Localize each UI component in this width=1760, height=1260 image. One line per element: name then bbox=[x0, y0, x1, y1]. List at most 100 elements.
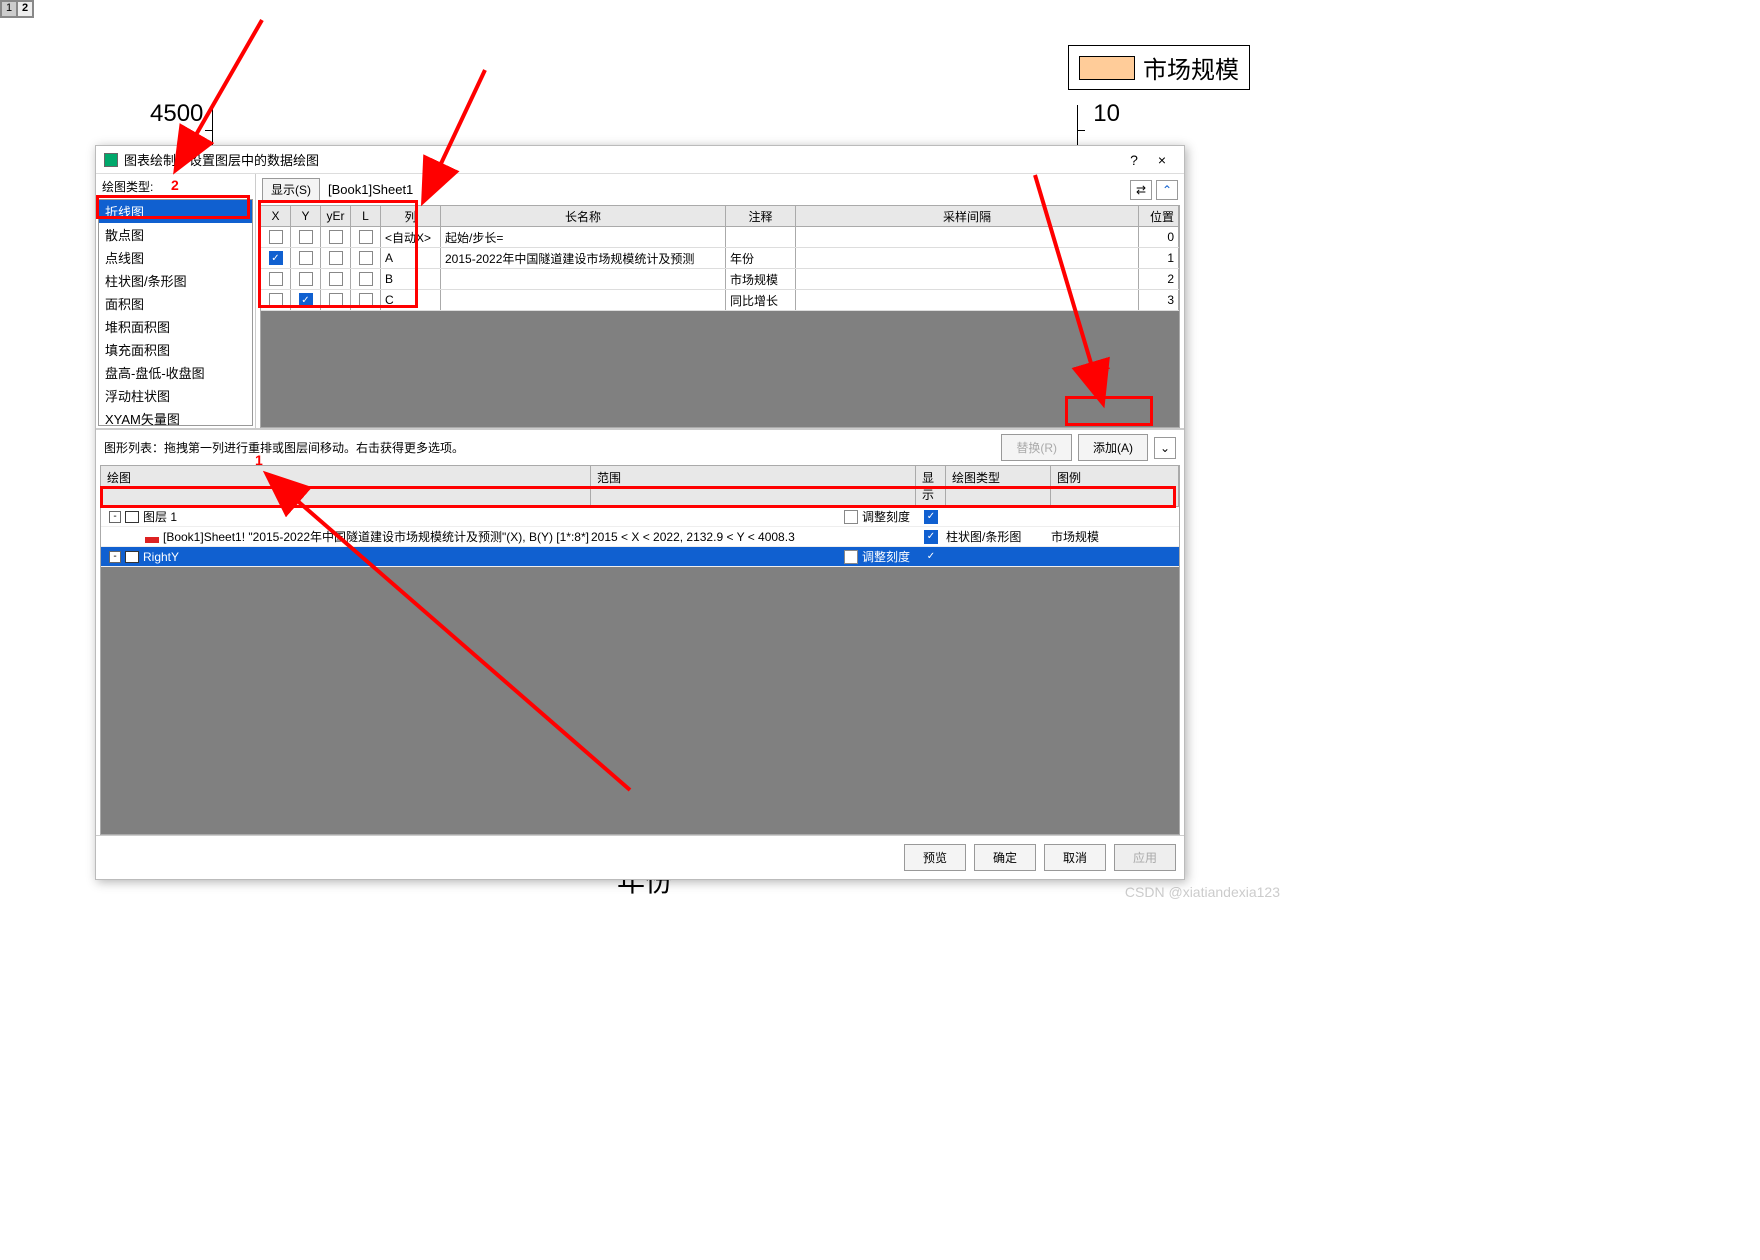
cell-col: B bbox=[381, 269, 441, 289]
checkbox-l[interactable] bbox=[351, 269, 381, 289]
tree-label: RightY bbox=[143, 550, 179, 564]
collapse-button[interactable]: ⌃ bbox=[1156, 180, 1178, 200]
checkbox-x[interactable] bbox=[261, 290, 291, 310]
close-button[interactable]: × bbox=[1148, 148, 1176, 172]
y-axis-right-tick: 10 bbox=[1093, 100, 1120, 128]
swap-button[interactable]: ⇄ bbox=[1130, 180, 1152, 200]
cell-lname bbox=[441, 269, 726, 289]
axis-line-left bbox=[212, 105, 213, 145]
tree-row[interactable]: - 图层 1 调整刻度 ✓ bbox=[101, 507, 1179, 527]
replace-button[interactable]: 替换(R) bbox=[1001, 434, 1072, 461]
cell-ann: 同比增长 bbox=[726, 290, 796, 310]
legend-cell: 市场规模 bbox=[1051, 528, 1179, 545]
layer-icon bbox=[125, 511, 139, 523]
cell-pos: 3 bbox=[1139, 290, 1179, 310]
expand-button[interactable]: ⌄ bbox=[1154, 437, 1176, 459]
graph-list-hint: 图形列表：拖拽第一列进行重排或图层间移动。右击获得更多选项。 bbox=[104, 439, 464, 456]
cell-ann: 市场规模 bbox=[726, 269, 796, 289]
checkbox-l[interactable] bbox=[351, 290, 381, 310]
dialog-title: 图表绘制：设置图层中的数据绘图 bbox=[124, 150, 1120, 169]
hdr-range[interactable]: 范围 bbox=[591, 466, 916, 506]
col-comment[interactable]: 注释 bbox=[726, 206, 796, 226]
checkbox-yer[interactable] bbox=[321, 227, 351, 247]
hdr-plot[interactable]: 绘图 bbox=[101, 466, 591, 506]
bar-icon bbox=[145, 531, 159, 543]
grid-row[interactable]: <自动X>起始/步长=0 bbox=[261, 227, 1179, 248]
col-column[interactable]: 列 bbox=[381, 206, 441, 226]
col-l[interactable]: L bbox=[351, 206, 381, 226]
checkbox-y[interactable]: ✓ bbox=[291, 290, 321, 310]
checkbox-x[interactable] bbox=[261, 269, 291, 289]
hdr-show[interactable]: 显示 bbox=[916, 466, 946, 506]
preview-button[interactable]: 预览 bbox=[904, 844, 966, 871]
show-checkbox[interactable]: ✓ bbox=[924, 510, 938, 524]
apply-button[interactable]: 应用 bbox=[1114, 844, 1176, 871]
plot-type-hilo[interactable]: 盘高-盘低-收盘图 bbox=[99, 361, 252, 384]
tree-label: 图层 1 bbox=[143, 508, 177, 525]
add-button[interactable]: 添加(A) bbox=[1078, 434, 1148, 461]
tree-row[interactable]: -RightY调整刻度✓ bbox=[101, 547, 1179, 567]
rescale-checkbox[interactable] bbox=[844, 510, 858, 524]
graph-list-panel: 绘图 范围 显示 绘图类型 图例 -图层 1调整刻度✓[Book1]Sheet1… bbox=[100, 465, 1180, 835]
col-position[interactable]: 位置 bbox=[1139, 206, 1179, 226]
graph-tree[interactable]: -图层 1调整刻度✓[Book1]Sheet1! "2015-2022年中国隧道… bbox=[100, 507, 1180, 835]
checkbox-x[interactable]: ✓ bbox=[261, 248, 291, 268]
cell-ann bbox=[726, 227, 796, 247]
plot-type-fillarea[interactable]: 填充面积图 bbox=[99, 338, 252, 361]
checkbox-y[interactable] bbox=[291, 269, 321, 289]
show-checkbox[interactable]: ✓ bbox=[924, 530, 938, 544]
upper-panel: 绘图类型: 折线图 散点图 点线图 柱状图/条形图 面积图 堆积面积图 填充面积… bbox=[96, 174, 1184, 429]
plot-type-cell: 柱状图/条形图 bbox=[946, 528, 1051, 545]
plot-type-scatter[interactable]: 散点图 bbox=[99, 223, 252, 246]
plot-type-list[interactable]: 折线图 散点图 点线图 柱状图/条形图 面积图 堆积面积图 填充面积图 盘高-盘… bbox=[98, 199, 253, 426]
grid-row[interactable]: ✓A2015-2022年中国隧道建设市场规模统计及预测年份1 bbox=[261, 248, 1179, 269]
checkbox-y[interactable] bbox=[291, 248, 321, 268]
rescale-label: 调整刻度 bbox=[862, 508, 910, 525]
cell-samp bbox=[796, 290, 1139, 310]
plot-type-line[interactable]: 折线图 bbox=[99, 200, 252, 223]
cell-col: C bbox=[381, 290, 441, 310]
plot-type-floatbar[interactable]: 浮动柱状图 bbox=[99, 384, 252, 407]
titlebar: 图表绘制：设置图层中的数据绘图 ? × bbox=[96, 146, 1184, 174]
hdr-type[interactable]: 绘图类型 bbox=[946, 466, 1051, 506]
show-checkbox[interactable]: ✓ bbox=[924, 550, 938, 564]
checkbox-yer[interactable] bbox=[321, 248, 351, 268]
watermark: CSDN @xiatiandexia123 bbox=[1125, 884, 1280, 900]
checkbox-l[interactable] bbox=[351, 248, 381, 268]
cell-col: <自动X> bbox=[381, 227, 441, 247]
grid-row[interactable]: ✓ C 同比增长 3 bbox=[261, 290, 1179, 311]
plot-type-stackarea[interactable]: 堆积面积图 bbox=[99, 315, 252, 338]
cell-lname: 起始/步长= bbox=[441, 227, 726, 247]
col-longname[interactable]: 长名称 bbox=[441, 206, 726, 226]
col-y[interactable]: Y bbox=[291, 206, 321, 226]
help-button[interactable]: ? bbox=[1120, 148, 1148, 172]
grid-row[interactable]: B市场规模2 bbox=[261, 269, 1179, 290]
cancel-button[interactable]: 取消 bbox=[1044, 844, 1106, 871]
plot-type-bar[interactable]: 柱状图/条形图 bbox=[99, 269, 252, 292]
legend-swatch bbox=[1079, 56, 1135, 80]
checkbox-y[interactable] bbox=[291, 227, 321, 247]
col-sampling[interactable]: 采样间隔 bbox=[796, 206, 1139, 226]
tree-toggle[interactable]: - bbox=[109, 511, 121, 523]
plot-type-lineplus[interactable]: 点线图 bbox=[99, 246, 252, 269]
dialog-footer: 预览 确定 取消 应用 bbox=[96, 835, 1184, 879]
plot-type-xyam[interactable]: XYAM矢量图 bbox=[99, 407, 252, 426]
checkbox-x[interactable] bbox=[261, 227, 291, 247]
checkbox-yer[interactable] bbox=[321, 269, 351, 289]
hdr-legend[interactable]: 图例 bbox=[1051, 466, 1179, 506]
col-x[interactable]: X bbox=[261, 206, 291, 226]
grid-body: <自动X>起始/步长=0✓A2015-2022年中国隧道建设市场规模统计及预测年… bbox=[261, 227, 1179, 311]
cell-ann: 年份 bbox=[726, 248, 796, 268]
ok-button[interactable]: 确定 bbox=[974, 844, 1036, 871]
tree-toggle[interactable]: - bbox=[109, 551, 121, 563]
plot-type-area[interactable]: 面积图 bbox=[99, 292, 252, 315]
layer-tab-2[interactable]: 2 bbox=[17, 1, 33, 17]
y-axis-left-tick: 4500 bbox=[150, 100, 203, 128]
rescale-checkbox[interactable] bbox=[844, 550, 858, 564]
checkbox-l[interactable] bbox=[351, 227, 381, 247]
layer-tab-1[interactable]: 1 bbox=[1, 1, 17, 17]
checkbox-yer[interactable] bbox=[321, 290, 351, 310]
tree-row[interactable]: [Book1]Sheet1! "2015-2022年中国隧道建设市场规模统计及预… bbox=[101, 527, 1179, 547]
col-yer[interactable]: yEr bbox=[321, 206, 351, 226]
show-button[interactable]: 显示(S) bbox=[262, 178, 320, 201]
